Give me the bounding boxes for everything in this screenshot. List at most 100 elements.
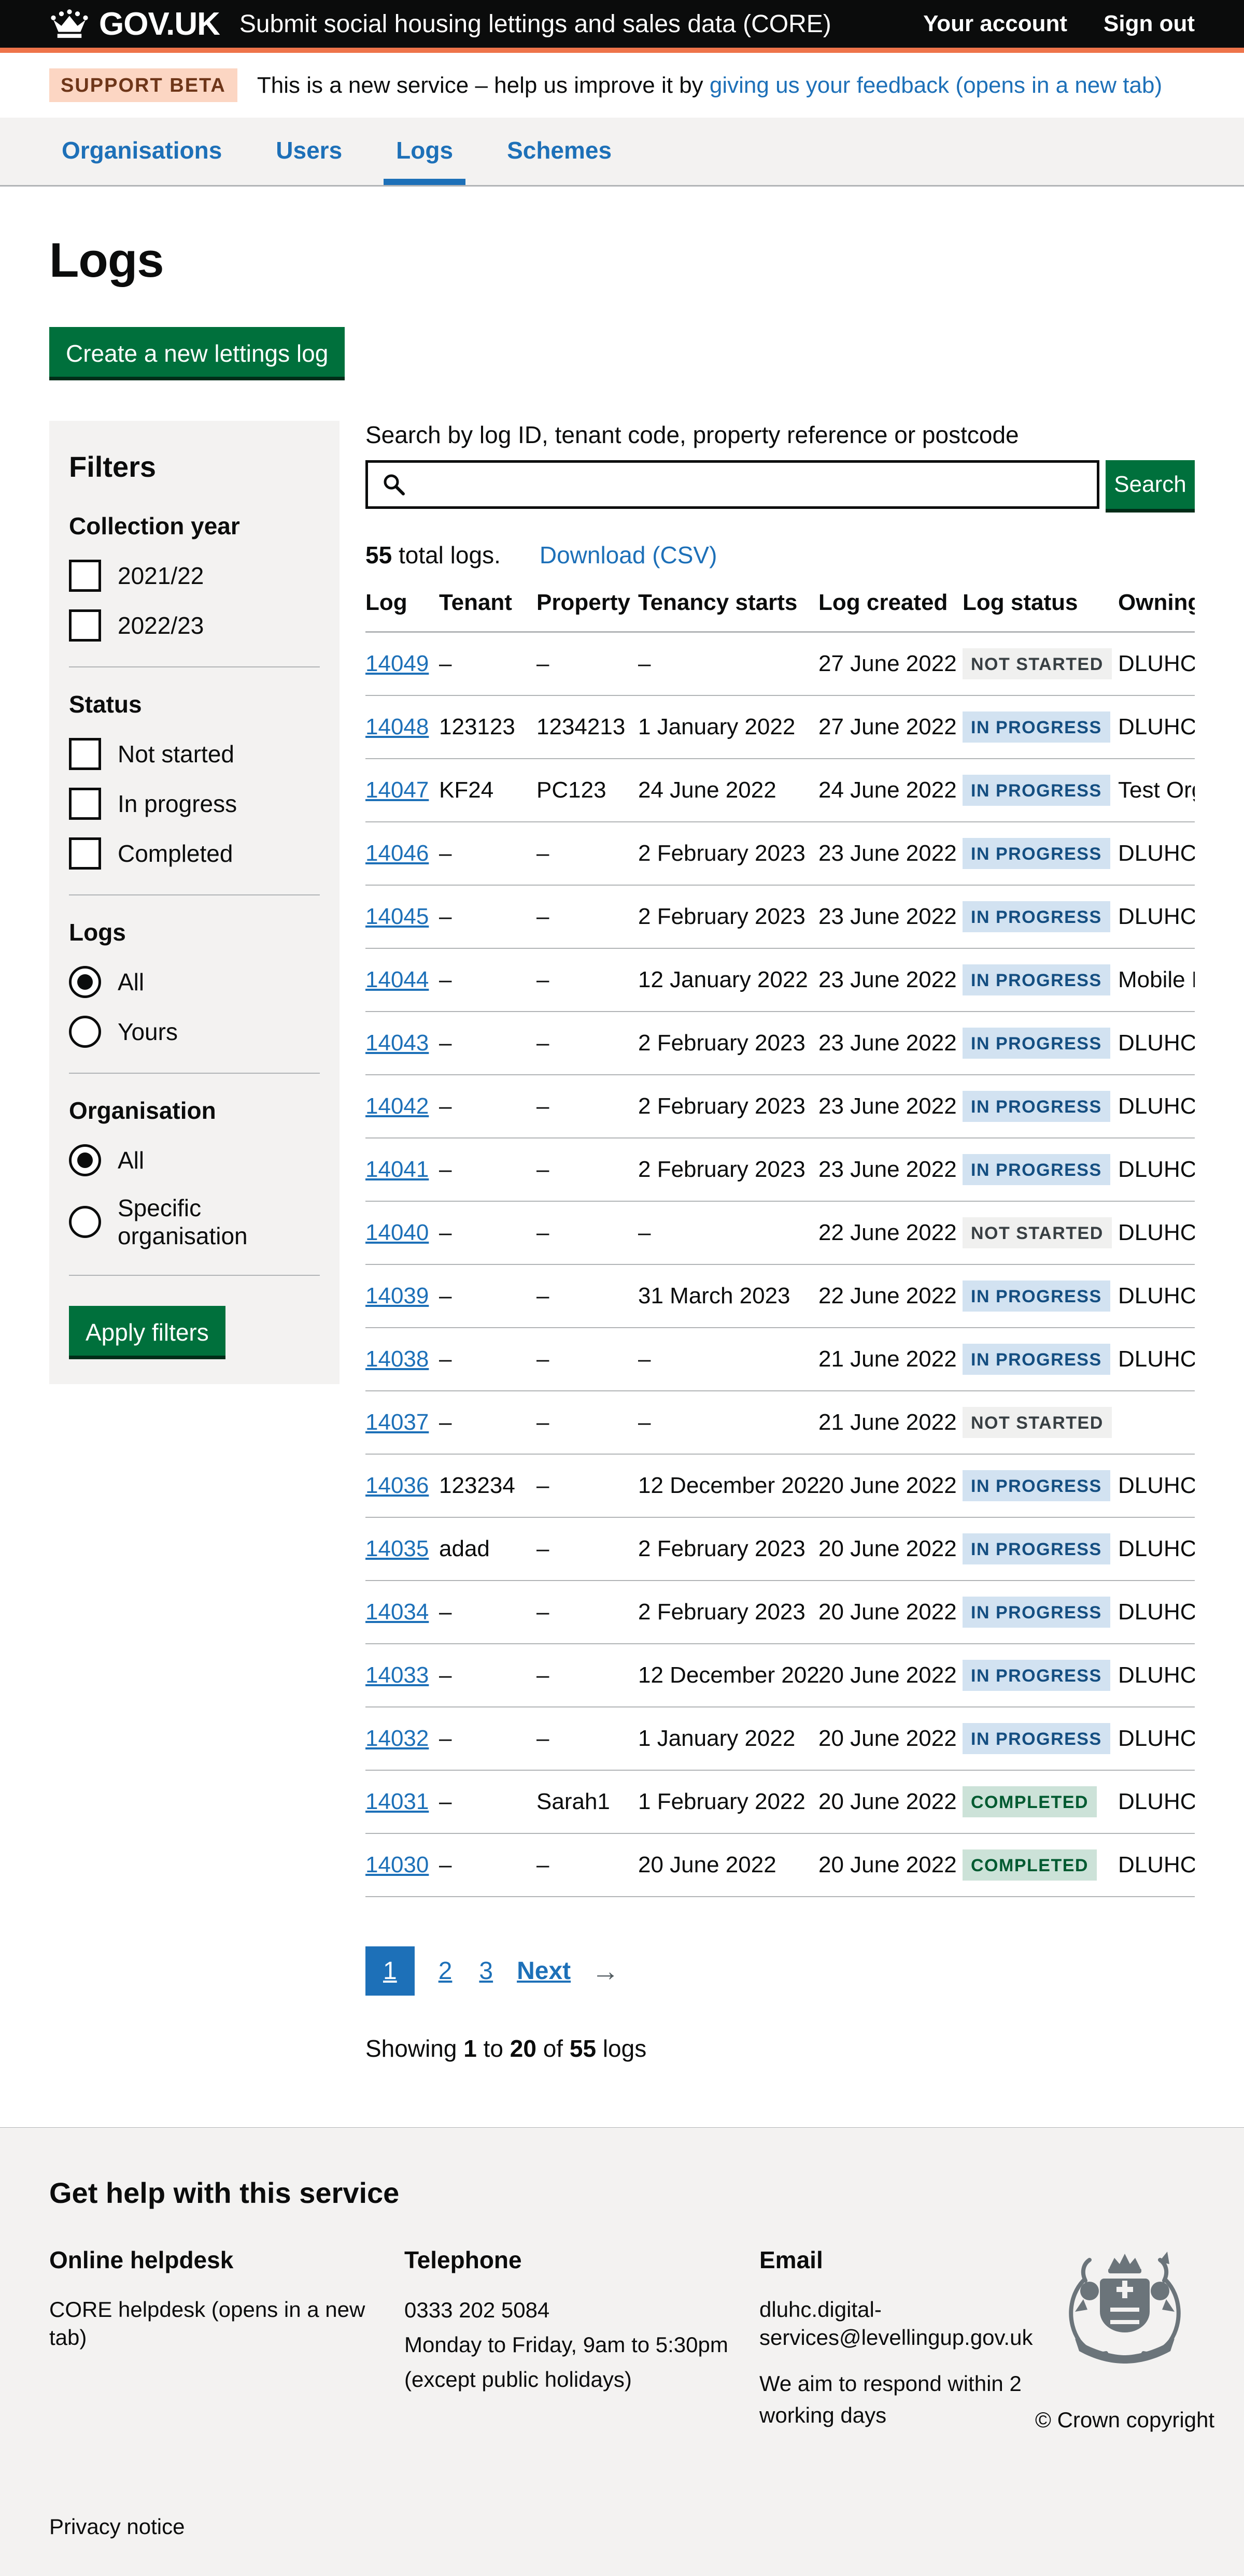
col-header-log-created: Log created: [818, 590, 963, 632]
crown-icon: [49, 8, 90, 40]
all-radio[interactable]: [69, 966, 101, 998]
filter-option-all[interactable]: All: [69, 966, 320, 998]
cell-property: Sarah1: [536, 1770, 638, 1833]
filter-option-not-started[interactable]: Not started: [69, 738, 320, 770]
pagination-next-link[interactable]: Next: [517, 1957, 571, 1985]
cell-log-created: 24 June 2022: [818, 759, 963, 822]
in-progress-checkbox[interactable]: [69, 788, 101, 820]
status-badge-completed: COMPLETED: [963, 1849, 1097, 1881]
crown-copyright-link[interactable]: © Crown copyright: [1035, 2408, 1214, 2432]
2022-23-checkbox[interactable]: [69, 609, 101, 642]
log-link-14042[interactable]: 14042: [365, 1093, 429, 1119]
showing-of: of: [543, 2035, 563, 2062]
log-link-14036[interactable]: 14036: [365, 1473, 429, 1498]
log-link-14034[interactable]: 14034: [365, 1599, 429, 1625]
log-link-14046[interactable]: 14046: [365, 841, 429, 866]
cell-property: –: [536, 1391, 638, 1454]
nav-tab-organisations[interactable]: Organisations: [49, 118, 234, 185]
apply-filters-button[interactable]: Apply filters: [69, 1306, 225, 1356]
filter-option-all[interactable]: All: [69, 1144, 320, 1176]
table-row-log-14045: 14045––2 February 202323 June 2022IN PRO…: [365, 885, 1195, 948]
cell-owning-organisation: DLUHC Te: [1118, 1581, 1195, 1644]
cell-owning-organisation: DLUHC Te: [1118, 822, 1195, 885]
pagination-current-page[interactable]: 1: [365, 1946, 415, 1996]
nav-tab-logs[interactable]: Logs: [384, 118, 465, 185]
sign-out-link[interactable]: Sign out: [1104, 11, 1195, 37]
search-label: Search by log ID, tenant code, property …: [365, 421, 1195, 449]
log-link-14049[interactable]: 14049: [365, 651, 429, 676]
cell-tenancy-starts: 12 December 2021: [638, 1644, 818, 1707]
log-link-14037[interactable]: 14037: [365, 1410, 429, 1435]
total-logs-label: total logs.: [399, 542, 501, 568]
filter-option-2022-23[interactable]: 2022/23: [69, 609, 320, 642]
search-input[interactable]: [406, 463, 1097, 506]
cell-property: –: [536, 1707, 638, 1770]
cell-tenant: –: [439, 1264, 536, 1328]
log-link-14033[interactable]: 14033: [365, 1662, 429, 1688]
govuk-logo[interactable]: GOV.UK: [99, 6, 220, 42]
pagination-page-2[interactable]: 2: [435, 1946, 456, 1996]
log-link-14044[interactable]: 14044: [365, 967, 429, 992]
cell-tenant: 123123: [439, 695, 536, 759]
table-header-row: Log Tenant Property Tenancy starts Log c…: [365, 590, 1195, 632]
log-link-14030[interactable]: 14030: [365, 1852, 429, 1877]
log-link-14047[interactable]: 14047: [365, 777, 429, 803]
filter-option-completed[interactable]: Completed: [69, 837, 320, 870]
log-link-14043[interactable]: 14043: [365, 1030, 429, 1056]
cell-tenancy-starts: 12 January 2022: [638, 948, 818, 1012]
email-link[interactable]: dluhc.digital-services@levellingup.gov.u…: [759, 2297, 1033, 2350]
log-link-14031[interactable]: 14031: [365, 1789, 429, 1814]
yours-radio[interactable]: [69, 1016, 101, 1048]
cell-owning-organisation: DLUHC Te: [1118, 1833, 1195, 1897]
log-link-14041[interactable]: 14041: [365, 1157, 429, 1182]
specific-organisation-radio[interactable]: [69, 1206, 101, 1238]
completed-checkbox[interactable]: [69, 837, 101, 870]
pagination: 123Next→: [365, 1946, 1195, 1996]
not-started-checkbox[interactable]: [69, 738, 101, 770]
cell-log-created: 21 June 2022: [818, 1328, 963, 1391]
log-link-14032[interactable]: 14032: [365, 1726, 429, 1751]
pagination-page-3[interactable]: 3: [476, 1946, 496, 1996]
log-link-14035[interactable]: 14035: [365, 1536, 429, 1561]
core-helpdesk-link[interactable]: CORE helpdesk (opens in a new tab): [49, 2297, 365, 2350]
filter-option-label: All: [118, 968, 144, 996]
search-button[interactable]: Search: [1106, 460, 1195, 509]
cell-log-status: NOT STARTED: [963, 632, 1118, 696]
cell-tenant: –: [439, 822, 536, 885]
log-link-14040[interactable]: 14040: [365, 1220, 429, 1245]
log-link-14039[interactable]: 14039: [365, 1283, 429, 1308]
total-logs-text: 55 total logs.: [365, 541, 501, 569]
cell-property: –: [536, 1454, 638, 1517]
cell-log-status: IN PROGRESS: [963, 948, 1118, 1012]
cell-property: –: [536, 632, 638, 696]
results-info: 55 total logs. Download (CSV): [365, 541, 1195, 569]
feedback-link[interactable]: giving us your feedback (opens in a new …: [710, 73, 1162, 98]
logs-table: Log Tenant Property Tenancy starts Log c…: [365, 590, 1195, 1897]
nav-tab-schemes[interactable]: Schemes: [494, 118, 624, 185]
cell-tenancy-starts: 24 June 2022: [638, 759, 818, 822]
download-csv-link[interactable]: Download (CSV): [540, 541, 717, 569]
filter-option-in-progress[interactable]: In progress: [69, 788, 320, 820]
all-radio[interactable]: [69, 1144, 101, 1176]
log-link-14045[interactable]: 14045: [365, 904, 429, 929]
log-link-14048[interactable]: 14048: [365, 714, 429, 739]
cell-log-created: 27 June 2022: [818, 695, 963, 759]
cell-owning-organisation: DLUHC Te: [1118, 1770, 1195, 1833]
cell-log-status: NOT STARTED: [963, 1201, 1118, 1264]
create-lettings-log-button[interactable]: Create a new lettings log: [49, 327, 345, 377]
royal-crest-icon: [1063, 2250, 1187, 2379]
filter-option-2021-22[interactable]: 2021/22: [69, 560, 320, 592]
log-link-14038[interactable]: 14038: [365, 1346, 429, 1372]
filter-option-yours[interactable]: Yours: [69, 1016, 320, 1048]
2021-22-checkbox[interactable]: [69, 560, 101, 592]
cell-property: –: [536, 1075, 638, 1138]
nav-tab-users[interactable]: Users: [263, 118, 355, 185]
filters-panel: Filters Collection year2021/222022/23Sta…: [49, 421, 340, 1384]
cell-log-created: 23 June 2022: [818, 1012, 963, 1075]
filter-option-specific-organisation[interactable]: Specific organisation: [69, 1194, 320, 1250]
showing-from: 1: [463, 2035, 477, 2062]
cell-owning-organisation: Mobile Ho: [1118, 948, 1195, 1012]
your-account-link[interactable]: Your account: [923, 11, 1067, 37]
privacy-notice-link[interactable]: Privacy notice: [49, 2514, 185, 2539]
service-name-link[interactable]: Submit social housing lettings and sales…: [239, 10, 831, 38]
